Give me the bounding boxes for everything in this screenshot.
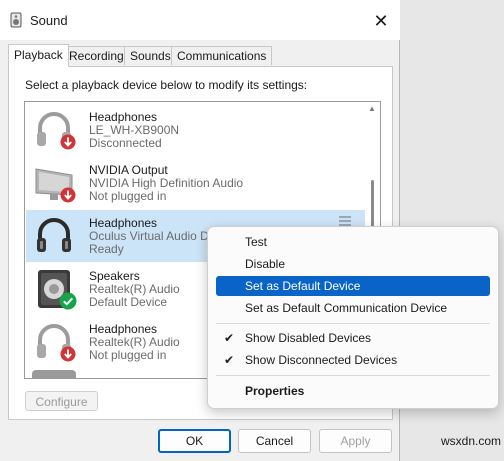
menu-separator <box>216 323 490 324</box>
tab-playback[interactable]: Playback <box>8 44 69 67</box>
device-name: Speakers <box>89 269 140 283</box>
device-row-headphones-le[interactable]: Headphones LE_WH-XB900N Disconnected <box>26 104 365 156</box>
menu-item-label: Show Disconnected Devices <box>245 353 398 367</box>
device-description: Realtek(R) Audio <box>89 335 180 349</box>
checkmark-icon: ✔ <box>224 353 235 367</box>
device-name: Headphones <box>89 322 158 336</box>
checkmark-icon: ✔ <box>224 331 235 345</box>
disconnected-badge-icon <box>60 346 76 362</box>
menu-item-label: Test <box>245 235 268 249</box>
menu-item-set-default-communication-device[interactable]: Set as Default Communication Device <box>216 298 490 318</box>
menu-item-set-default-device[interactable]: Set as Default Device <box>216 276 490 296</box>
menu-item-properties[interactable]: Properties <box>216 381 490 401</box>
speaker-app-icon <box>10 12 22 28</box>
instruction-text: Select a playback device below to modify… <box>25 78 308 92</box>
device-status: Ready <box>89 242 124 256</box>
headphones-icon <box>37 218 71 252</box>
default-check-badge-icon <box>59 292 77 310</box>
device-description: Oculus Virtual Audio D <box>89 229 209 243</box>
device-name: Headphones <box>89 110 158 124</box>
menu-separator <box>216 375 490 376</box>
menu-item-show-disabled-devices[interactable]: ✔ Show Disabled Devices <box>216 328 490 348</box>
close-icon[interactable]: ✕ <box>370 10 392 32</box>
device-status: Default Device <box>89 295 168 309</box>
disconnected-badge-icon <box>60 187 76 203</box>
configure-button[interactable]: Configure <box>25 391 98 411</box>
disconnected-badge-icon <box>60 134 76 150</box>
apply-button[interactable]: Apply <box>319 429 392 453</box>
tab-recording[interactable]: Recording <box>63 46 130 65</box>
device-row-nvidia-output[interactable]: NVIDIA Output NVIDIA High Definition Aud… <box>26 157 365 209</box>
menu-item-label: Properties <box>245 384 305 398</box>
ok-button[interactable]: OK <box>158 429 231 453</box>
device-context-menu: Test Disable Set as Default Device Set a… <box>207 226 499 409</box>
device-status: Disconnected <box>89 136 162 150</box>
menu-item-test[interactable]: Test <box>216 232 490 252</box>
menu-item-label: Show Disabled Devices <box>245 331 372 345</box>
scroll-thumb[interactable] <box>371 180 374 230</box>
cancel-button[interactable]: Cancel <box>238 429 311 453</box>
device-description: Realtek(R) Audio <box>89 282 180 296</box>
menu-item-label: Set as Default Communication Device <box>245 301 448 315</box>
device-description: NVIDIA High Definition Audio <box>89 176 244 190</box>
device-name: NVIDIA Output <box>89 163 168 177</box>
device-description: LE_WH-XB900N <box>89 123 180 137</box>
tab-sounds[interactable]: Sounds <box>124 46 177 65</box>
window-title: Sound <box>30 13 68 28</box>
tab-communications[interactable]: Communications <box>171 46 273 65</box>
menu-item-label: Set as Default Device <box>245 279 361 293</box>
watermark-text: wsxdn.com <box>441 434 502 448</box>
device-status: Not plugged in <box>89 348 167 362</box>
device-status: Not plugged in <box>89 189 167 203</box>
partial-device-icon <box>32 370 76 378</box>
title-bar: Sound ✕ <box>0 0 400 40</box>
device-name: Headphones <box>89 216 158 230</box>
menu-item-label: Disable <box>245 257 286 271</box>
scroll-up-arrow-icon[interactable]: ▲ <box>368 104 376 113</box>
menu-item-disable[interactable]: Disable <box>216 254 490 274</box>
menu-item-show-disconnected-devices[interactable]: ✔ Show Disconnected Devices <box>216 350 490 370</box>
